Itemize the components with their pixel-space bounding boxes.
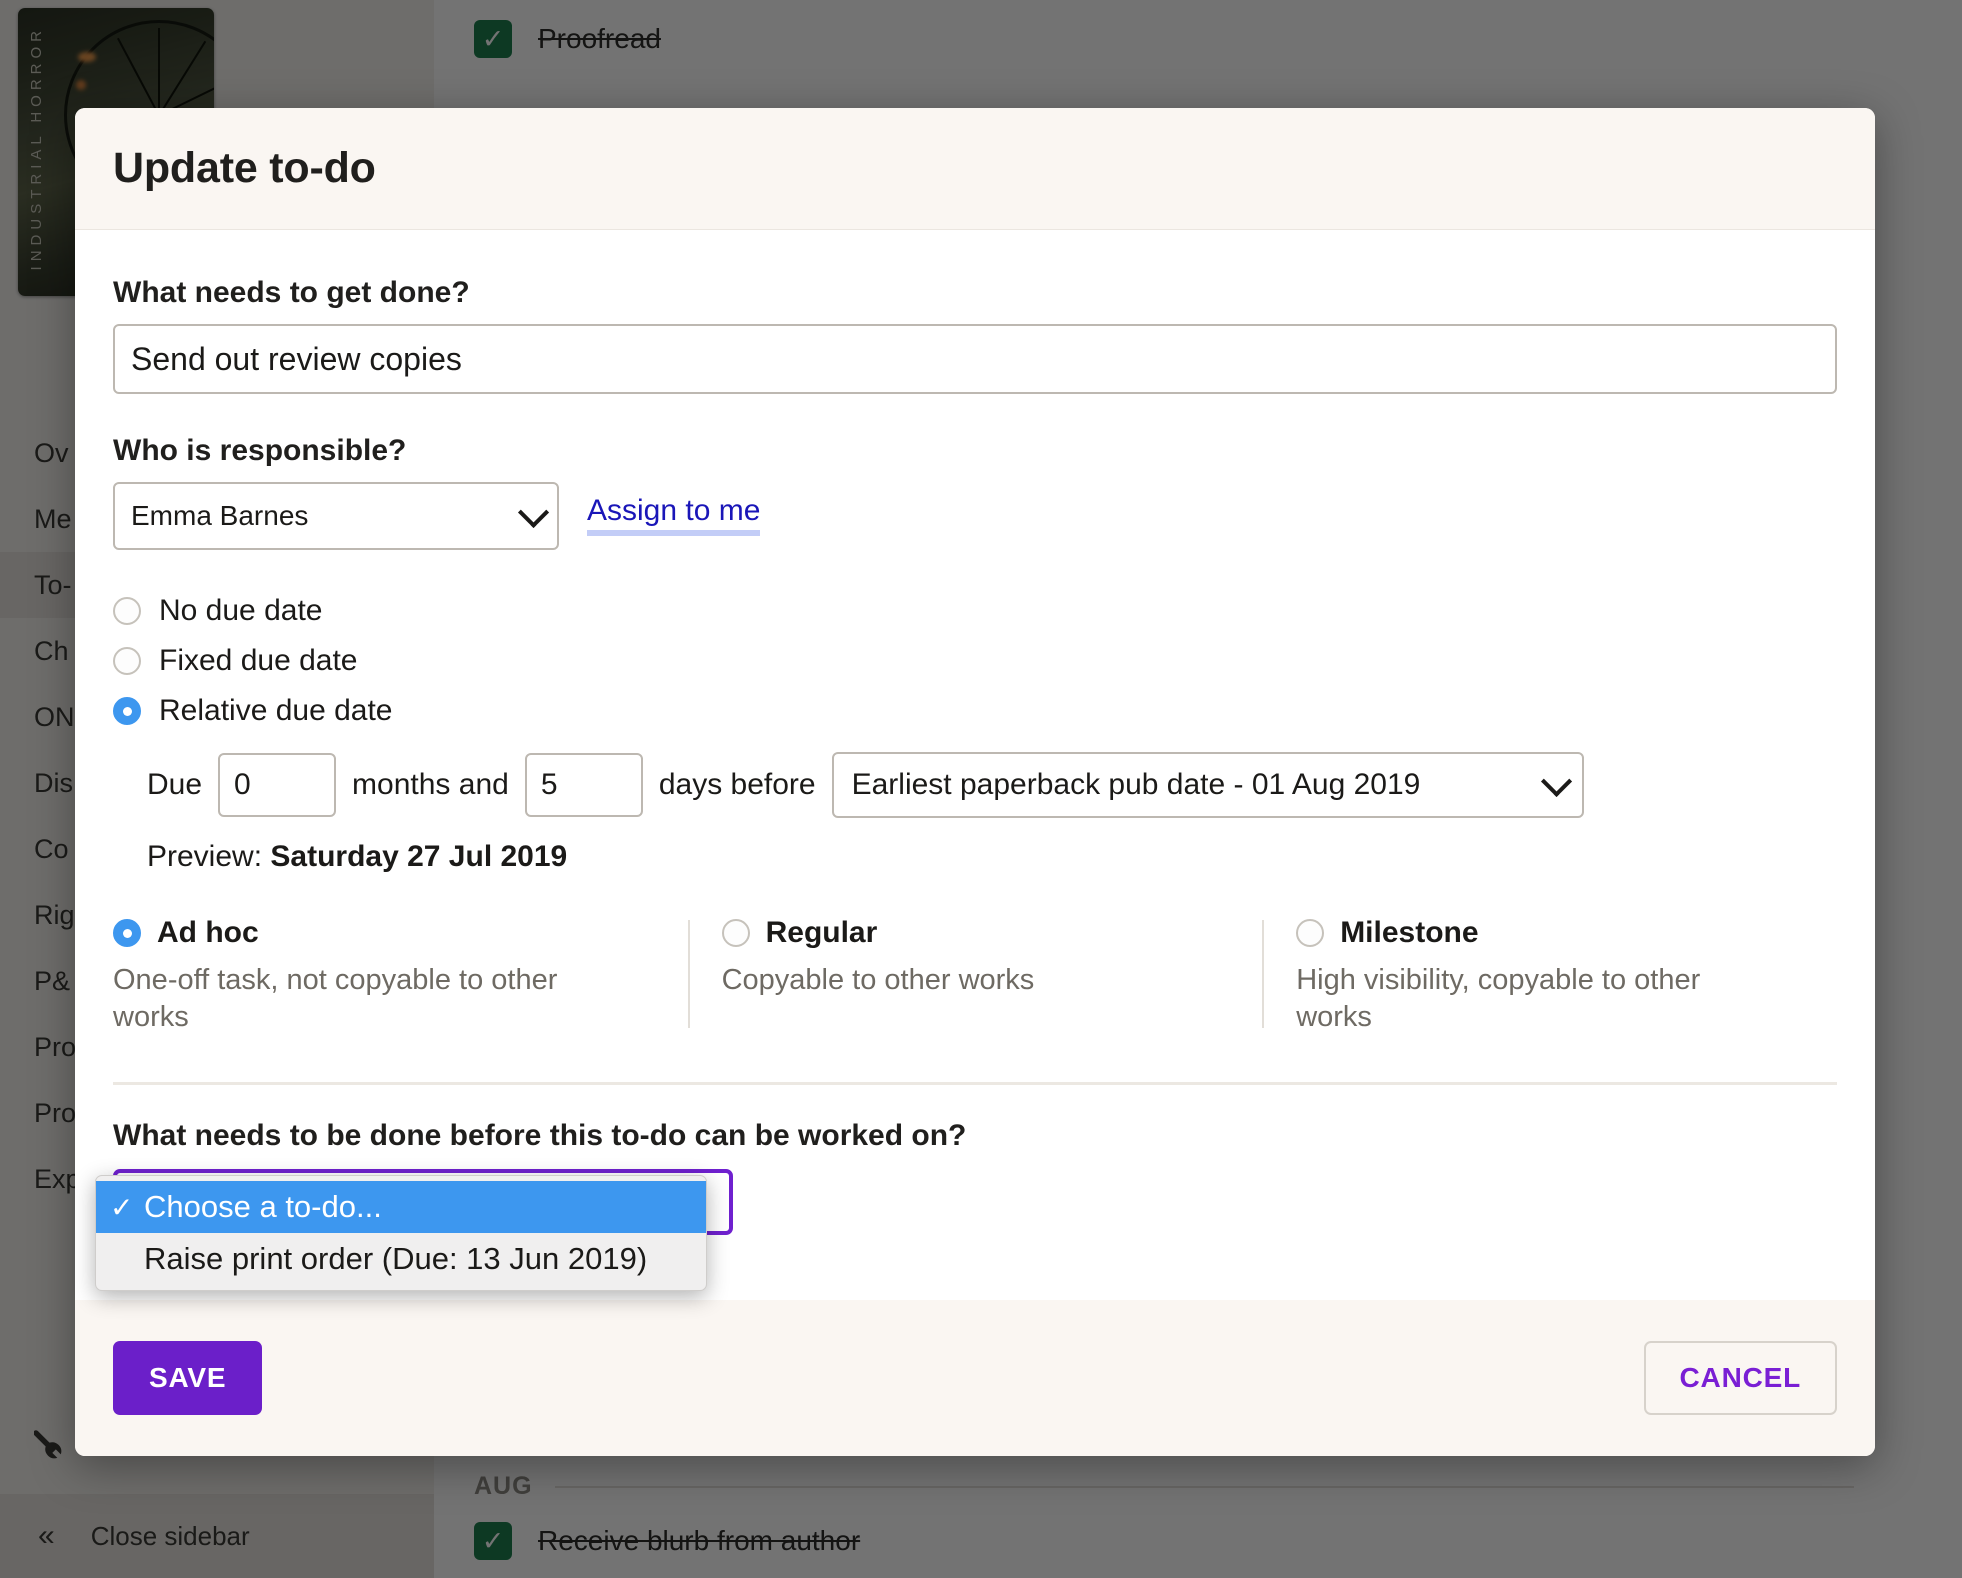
- dependency-option-raise-print-order[interactable]: Raise print order (Due: 13 Jun 2019): [96, 1233, 706, 1285]
- radio-unselected-icon[interactable]: [113, 597, 141, 625]
- radio-label: Relative due date: [159, 694, 393, 727]
- todo-name-input[interactable]: [113, 324, 1837, 394]
- dependency-option-placeholder[interactable]: ✓ Choose a to-do...: [96, 1181, 706, 1234]
- task-type-option-regular[interactable]: Regular Copyable to other works: [687, 916, 1263, 1036]
- due-anchor-select[interactable]: Earliest paperback pub date - 01 Aug 201…: [831, 752, 1584, 818]
- radio-unselected-icon[interactable]: [113, 647, 141, 675]
- radio-fixed-due-date[interactable]: Fixed due date: [113, 636, 1837, 686]
- dialog-footer: SAVE CANCEL: [75, 1300, 1875, 1456]
- dependency-dropdown-popup: ✓ Choose a to-do... Raise print order (D…: [95, 1175, 707, 1292]
- radio-label: Fixed due date: [159, 644, 358, 677]
- due-prefix-label: Due: [147, 768, 203, 801]
- due-months-input[interactable]: [218, 753, 337, 817]
- radio-relative-due-date[interactable]: Relative due date: [113, 686, 1837, 736]
- dependency-option-label: Raise print order (Due: 13 Jun 2019): [144, 1241, 648, 1277]
- task-type-description: Copyable to other works: [721, 964, 1035, 996]
- radio-unselected-icon[interactable]: [1296, 919, 1325, 947]
- due-suffix-label: days before: [658, 768, 816, 801]
- update-todo-dialog: Update to-do What needs to get done? Who…: [75, 108, 1875, 1456]
- dependency-select-wrap: ✓ Choose a to-do... Raise print order (D…: [95, 1169, 733, 1292]
- relative-due-row: Due months and days before Earliest pape…: [147, 752, 1837, 818]
- responsible-selected-value: Emma Barnes: [131, 500, 309, 531]
- radio-label: No due date: [159, 594, 323, 627]
- responsible-select[interactable]: Emma Barnes: [113, 482, 559, 550]
- check-icon: ✓: [110, 1191, 134, 1223]
- responsible-row: Emma Barnes Assign to me: [113, 482, 1837, 550]
- preview-value: Saturday 27 Jul 2019: [270, 840, 568, 873]
- dialog-body: What needs to get done? Who is responsib…: [75, 230, 1875, 1366]
- name-field-label: What needs to get done?: [113, 276, 470, 309]
- cancel-button[interactable]: CANCEL: [1643, 1341, 1837, 1415]
- due-days-input[interactable]: [524, 753, 643, 817]
- assign-to-me-link[interactable]: Assign to me: [587, 496, 761, 536]
- radio-no-due-date[interactable]: No due date: [113, 586, 1837, 636]
- task-type-description: One-off task, not copyable to other work…: [113, 964, 558, 1034]
- chevron-down-icon: [517, 496, 550, 529]
- task-type-name: Ad hoc: [157, 916, 259, 949]
- dialog-header: Update to-do: [75, 108, 1875, 230]
- task-type-name: Regular: [765, 916, 878, 949]
- task-type-name: Milestone: [1340, 916, 1479, 949]
- radio-selected-icon[interactable]: [113, 919, 141, 947]
- task-type-description: High visibility, copyable to other works: [1296, 964, 1701, 1034]
- due-mode-radio-group: No due date Fixed due date Relative due …: [113, 586, 1837, 736]
- preview-label: Preview:: [147, 840, 263, 873]
- dependency-option-label: Choose a to-do...: [144, 1189, 382, 1225]
- radio-unselected-icon[interactable]: [721, 919, 750, 947]
- task-type-option-ad-hoc[interactable]: Ad hoc One-off task, not copyable to oth…: [113, 916, 688, 1036]
- radio-selected-icon[interactable]: [113, 697, 141, 725]
- task-type-radio-group: Ad hoc One-off task, not copyable to oth…: [113, 916, 1837, 1036]
- responsible-field-label: Who is responsible?: [113, 434, 407, 467]
- dependency-field-label: What needs to be done before this to-do …: [113, 1119, 967, 1153]
- chevron-down-icon: [1540, 765, 1572, 798]
- task-type-option-milestone[interactable]: Milestone High visibility, copyable to o…: [1262, 916, 1837, 1036]
- due-mid-label: months and: [352, 768, 509, 801]
- section-divider: [113, 1082, 1837, 1086]
- dialog-title: Update to-do: [113, 144, 376, 192]
- save-button[interactable]: SAVE: [113, 1341, 263, 1415]
- due-anchor-selected-value: Earliest paperback pub date - 01 Aug 201…: [851, 768, 1421, 801]
- due-date-preview: Preview: Saturday 27 Jul 2019: [147, 840, 1837, 874]
